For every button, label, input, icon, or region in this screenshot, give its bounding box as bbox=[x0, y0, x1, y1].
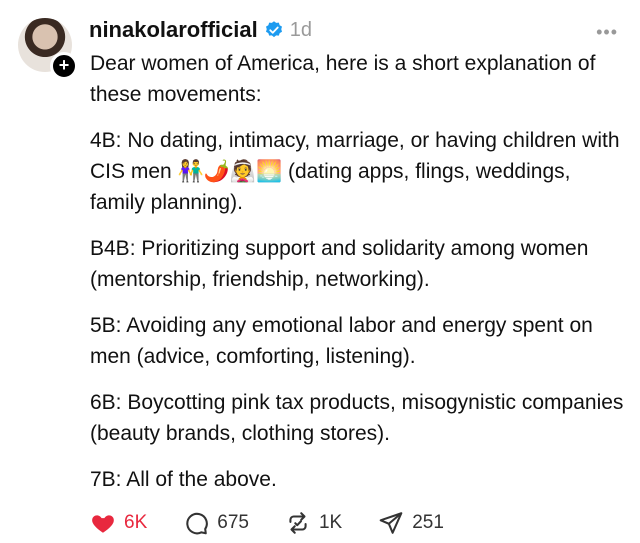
post-body: Dear women of America, here is a short e… bbox=[90, 48, 630, 510]
action-bar: 6K 675 1K 251 bbox=[90, 510, 480, 536]
verified-badge-icon bbox=[264, 20, 284, 40]
follow-button[interactable]: + bbox=[50, 52, 78, 80]
post-time: 1d bbox=[289, 18, 312, 41]
post-header: ninakolarofficial 1d bbox=[89, 16, 312, 44]
repost-button[interactable]: 1K bbox=[285, 510, 342, 536]
post-paragraph-4b: 4B: No dating, intimacy, marriage, or ha… bbox=[90, 129, 620, 214]
reply-button[interactable]: 675 bbox=[183, 510, 249, 536]
post-paragraph-b4b: B4B: Prioritizing support and solidarity… bbox=[90, 237, 589, 291]
post-paragraph-intro: Dear women of America, here is a short e… bbox=[90, 52, 596, 106]
share-count: 251 bbox=[412, 512, 444, 533]
reply-count: 675 bbox=[217, 512, 249, 533]
post-paragraph-6b: 6B: Boycotting pink tax products, misogy… bbox=[90, 391, 624, 445]
post-paragraph-5b: 5B: Avoiding any emotional labor and ene… bbox=[90, 314, 593, 368]
repost-icon bbox=[289, 512, 307, 534]
repost-count: 1K bbox=[318, 512, 343, 533]
post-paragraph-7b: 7B: All of the above. bbox=[90, 468, 277, 491]
avatar-container[interactable]: + bbox=[18, 18, 78, 80]
send-icon bbox=[379, 512, 403, 534]
like-button[interactable]: 6K bbox=[90, 510, 147, 536]
share-button[interactable]: 251 bbox=[378, 510, 444, 536]
heart-icon bbox=[92, 515, 114, 533]
username[interactable]: ninakolarofficial bbox=[89, 17, 258, 43]
more-icon[interactable]: ••• bbox=[596, 22, 618, 43]
like-count: 6K bbox=[124, 512, 148, 533]
comment-icon bbox=[186, 512, 209, 535]
